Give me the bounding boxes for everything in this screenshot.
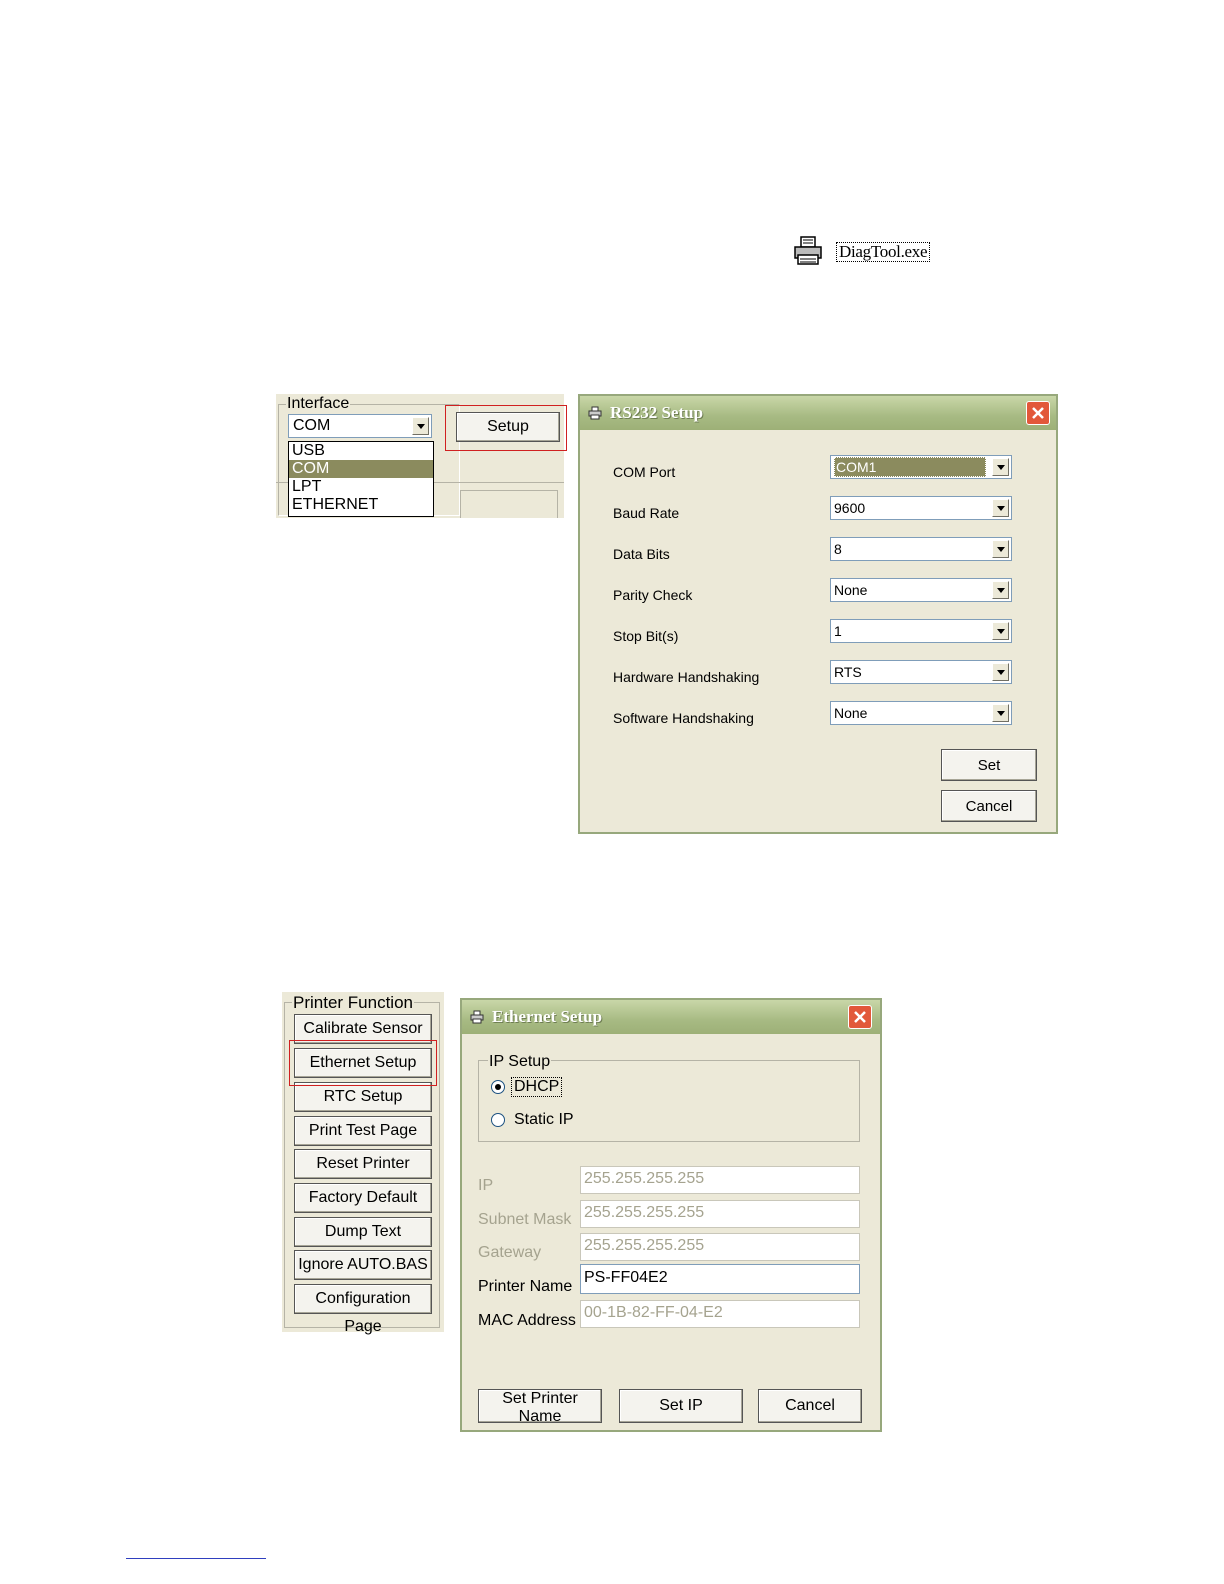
interface-option-ethernet[interactable]: ETHERNET bbox=[289, 496, 433, 514]
print-test-page-button[interactable]: Print Test Page bbox=[294, 1116, 432, 1146]
hardware-handshaking-label: Hardware Handshaking bbox=[613, 669, 760, 685]
printer-icon bbox=[588, 406, 602, 420]
baud-rate-label: Baud Rate bbox=[613, 505, 680, 521]
chevron-down-icon[interactable] bbox=[992, 458, 1009, 476]
data-bits-select[interactable]: 8 bbox=[830, 537, 1012, 561]
gateway-label: Gateway bbox=[478, 1244, 542, 1261]
mac-address-label: MAC Address bbox=[478, 1312, 576, 1329]
mac-address-field: 00-1B-82-FF-04-E2 bbox=[580, 1300, 860, 1328]
dhcp-radio[interactable] bbox=[491, 1080, 505, 1094]
cancel-button[interactable]: Cancel bbox=[758, 1389, 862, 1423]
static-ip-label[interactable]: Static IP bbox=[514, 1111, 574, 1129]
printer-name-label: Printer Name bbox=[478, 1278, 573, 1295]
stop-bits-value: 1 bbox=[834, 623, 842, 639]
static-ip-radio[interactable] bbox=[491, 1113, 505, 1127]
data-bits-label: Data Bits bbox=[613, 546, 670, 562]
footer-rule bbox=[126, 1558, 266, 1559]
software-handshaking-select[interactable]: None bbox=[830, 701, 1012, 725]
ip-setup-group bbox=[478, 1060, 860, 1142]
set-ip-button[interactable]: Set IP bbox=[619, 1389, 743, 1423]
printer-name-field[interactable]: PS-FF04E2 bbox=[580, 1264, 860, 1294]
rs232-title: RS232 Setup bbox=[610, 403, 704, 422]
com-port-select[interactable]: COM1 bbox=[830, 455, 1012, 479]
printer-icon[interactable] bbox=[792, 235, 824, 267]
interface-select[interactable]: COM bbox=[288, 414, 432, 438]
com-port-value: COM1 bbox=[834, 457, 986, 477]
data-bits-value: 8 bbox=[834, 541, 842, 557]
stop-bits-label: Stop Bit(s) bbox=[613, 628, 679, 644]
com-port-label: COM Port bbox=[613, 464, 676, 480]
setup-highlight bbox=[445, 405, 567, 451]
chevron-down-icon[interactable] bbox=[992, 499, 1009, 517]
dump-text-button[interactable]: Dump Text bbox=[294, 1217, 432, 1247]
chevron-down-icon[interactable] bbox=[992, 540, 1009, 558]
close-icon[interactable] bbox=[1026, 401, 1050, 425]
subnet-mask-label: Subnet Mask bbox=[478, 1211, 572, 1228]
chevron-down-icon[interactable] bbox=[992, 581, 1009, 599]
chevron-down-icon[interactable] bbox=[992, 663, 1009, 681]
parity-check-value: None bbox=[834, 582, 868, 598]
ethernet-setup-window: Ethernet Setup IP Setup DHCP Static IP I… bbox=[460, 998, 882, 1432]
stop-bits-select[interactable]: 1 bbox=[830, 619, 1012, 643]
ip-setup-label: IP Setup bbox=[488, 1053, 552, 1070]
hardware-handshaking-select[interactable]: RTS bbox=[830, 660, 1012, 684]
interface-dropdown-list: USB COM LPT ETHERNET bbox=[288, 441, 434, 517]
parity-check-select[interactable]: None bbox=[830, 578, 1012, 602]
interface-option-usb[interactable]: USB bbox=[289, 442, 433, 460]
interface-group-label: Interface bbox=[286, 395, 351, 412]
dhcp-label[interactable]: DHCP bbox=[510, 1077, 563, 1097]
factory-default-button[interactable]: Factory Default bbox=[294, 1183, 432, 1213]
rs232-setup-window: RS232 Setup COM Port COM1 Baud Rate 9600… bbox=[578, 394, 1058, 834]
printer-icon bbox=[470, 1010, 484, 1024]
ethernet-titlebar[interactable]: Ethernet Setup bbox=[462, 1000, 880, 1034]
chevron-down-icon[interactable] bbox=[992, 622, 1009, 640]
set-printer-name-button[interactable]: Set Printer Name bbox=[478, 1389, 602, 1425]
baud-rate-value: 9600 bbox=[834, 500, 866, 516]
interface-select-value: COM bbox=[293, 417, 331, 434]
printer-function-label: Printer Function bbox=[292, 993, 414, 1012]
software-handshaking-label: Software Handshaking bbox=[613, 710, 754, 726]
rs232-titlebar[interactable]: RS232 Setup bbox=[580, 396, 1056, 430]
set-button[interactable]: Set bbox=[941, 749, 1037, 781]
interface-option-lpt[interactable]: LPT bbox=[289, 478, 433, 496]
ethernet-setup-highlight bbox=[289, 1040, 437, 1086]
subnet-mask-field[interactable]: 255.255.255.255 bbox=[580, 1200, 860, 1228]
baud-rate-select[interactable]: 9600 bbox=[830, 496, 1012, 520]
ip-field[interactable]: 255.255.255.255 bbox=[580, 1166, 860, 1194]
gateway-field[interactable]: 255.255.255.255 bbox=[580, 1233, 860, 1261]
configuration-page-button[interactable]: Configuration Page bbox=[294, 1284, 432, 1335]
reset-printer-button[interactable]: Reset Printer bbox=[294, 1149, 432, 1179]
ethernet-title: Ethernet Setup bbox=[492, 1007, 603, 1026]
ip-label: IP bbox=[478, 1177, 494, 1194]
hardware-handshaking-value: RTS bbox=[834, 664, 862, 680]
chevron-down-icon[interactable] bbox=[412, 417, 429, 435]
rtc-setup-button[interactable]: RTC Setup bbox=[294, 1082, 432, 1112]
chevron-down-icon[interactable] bbox=[992, 704, 1009, 722]
interface-lower-box bbox=[460, 490, 558, 518]
interface-option-com[interactable]: COM bbox=[289, 460, 433, 478]
ignore-autobas-button[interactable]: Ignore AUTO.BAS bbox=[294, 1250, 432, 1280]
desktop-icon-label[interactable]: DiagTool.exe bbox=[836, 242, 931, 262]
cancel-button[interactable]: Cancel bbox=[941, 790, 1037, 822]
software-handshaking-value: None bbox=[834, 705, 868, 721]
parity-check-label: Parity Check bbox=[613, 587, 693, 603]
close-icon[interactable] bbox=[848, 1005, 872, 1029]
